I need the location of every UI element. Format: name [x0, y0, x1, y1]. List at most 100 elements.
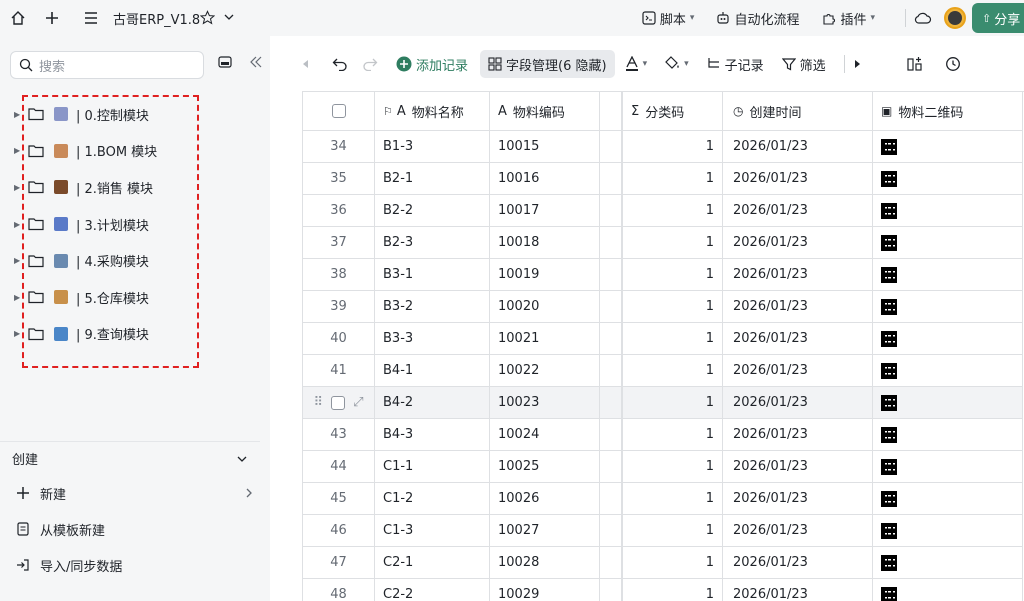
table-row[interactable]: 35 B2-1 10016 1 2026/01/23 [303, 163, 1023, 195]
qrcode-cell[interactable] [873, 419, 1023, 451]
automation-menu[interactable]: 自动化流程 [716, 9, 799, 28]
name-cell[interactable]: B2-1 [375, 163, 490, 195]
qrcode-cell[interactable] [873, 579, 1023, 601]
create-from-template-item[interactable]: 从模板新建 [0, 511, 270, 547]
text-color-button[interactable]: ▾ [625, 56, 647, 72]
code-cell[interactable]: 10025 [490, 451, 600, 483]
qrcode-cell[interactable] [873, 227, 1023, 259]
add-record-button[interactable]: 添加记录 [396, 55, 468, 74]
row-index-cell[interactable]: 41 [303, 355, 375, 387]
caret-right-icon[interactable]: ▶ [14, 183, 24, 192]
tree-item[interactable]: ▶ | 0.控制模块 [0, 96, 270, 133]
created-cell[interactable]: 2026/01/23 [723, 355, 873, 387]
qrcode-image[interactable] [881, 266, 897, 283]
qrcode-cell[interactable] [873, 323, 1023, 355]
row-index-cell[interactable]: 44 [303, 451, 375, 483]
row-index-cell[interactable]: 38 [303, 259, 375, 291]
column-header-name[interactable]: ⚐ A 物料名称 [375, 92, 490, 131]
qrcode-image[interactable] [881, 202, 897, 219]
row-index-cell[interactable]: ⠿ ⤢ [303, 387, 375, 419]
qrcode-image[interactable] [881, 458, 897, 475]
cloud-icon[interactable] [914, 11, 932, 25]
row-checkbox[interactable] [331, 395, 346, 410]
category-cell[interactable]: 1 [623, 483, 723, 515]
created-cell[interactable]: 2026/01/23 [723, 163, 873, 195]
collapse-panel-icon[interactable] [218, 55, 232, 69]
row-index-cell[interactable]: 48 [303, 579, 375, 601]
home-icon[interactable] [10, 10, 26, 26]
tree-item[interactable]: ▶ | 2.销售 模块 [0, 169, 270, 206]
qrcode-image[interactable] [881, 394, 897, 411]
script-menu[interactable]: 脚本 ▾ [642, 9, 694, 28]
name-cell[interactable]: C1-3 [375, 515, 490, 547]
column-header-created[interactable]: ◷ 创建时间 [723, 92, 873, 131]
qrcode-image[interactable] [881, 586, 897, 601]
qrcode-cell[interactable] [873, 163, 1023, 195]
created-cell[interactable]: 2026/01/23 [723, 291, 873, 323]
menu-icon[interactable] [84, 10, 98, 26]
qrcode-cell[interactable] [873, 387, 1023, 419]
tree-item[interactable]: ▶ | 1.BOM 模块 [0, 133, 270, 170]
table-row[interactable]: 39 B3-2 10020 1 2026/01/23 [303, 291, 1023, 323]
created-cell[interactable]: 2026/01/23 [723, 515, 873, 547]
undo-icon[interactable] [332, 57, 348, 71]
qrcode-image[interactable] [881, 522, 897, 539]
tree-item[interactable]: ▶ | 3.计划模块 [0, 206, 270, 243]
category-cell[interactable]: 1 [623, 387, 723, 419]
chevron-down-icon[interactable] [224, 12, 234, 22]
qrcode-image[interactable] [881, 426, 897, 443]
row-index-cell[interactable]: 47 [303, 547, 375, 579]
code-cell[interactable]: 10027 [490, 515, 600, 547]
code-cell[interactable]: 10028 [490, 547, 600, 579]
created-cell[interactable]: 2026/01/23 [723, 195, 873, 227]
table-row[interactable]: 40 B3-3 10021 1 2026/01/23 [303, 323, 1023, 355]
caret-right-icon[interactable]: ▶ [14, 110, 24, 119]
name-cell[interactable]: B1-3 [375, 131, 490, 163]
qrcode-cell[interactable] [873, 195, 1023, 227]
row-index-cell[interactable]: 40 [303, 323, 375, 355]
caret-right-icon[interactable]: ▶ [14, 293, 24, 302]
code-cell[interactable]: 10021 [490, 323, 600, 355]
name-cell[interactable]: C2-1 [375, 547, 490, 579]
qrcode-cell[interactable] [873, 483, 1023, 515]
created-cell[interactable]: 2026/01/23 [723, 387, 873, 419]
column-header-qrcode[interactable]: ▣ 物料二维码 [873, 92, 1023, 131]
created-cell[interactable]: 2026/01/23 [723, 131, 873, 163]
table-row[interactable]: ⠿ ⤢ B4-2 10023 1 2026/01/23 [303, 387, 1023, 419]
double-chevron-left-icon[interactable] [249, 55, 263, 69]
create-header[interactable]: 创建 [0, 441, 260, 475]
row-index-cell[interactable]: 36 [303, 195, 375, 227]
caret-right-icon[interactable]: ▶ [14, 146, 24, 155]
plugin-menu[interactable]: 插件 ▾ [821, 9, 875, 28]
caret-right-icon[interactable] [853, 59, 861, 69]
table-row[interactable]: 44 C1-1 10025 1 2026/01/23 [303, 451, 1023, 483]
created-cell[interactable]: 2026/01/23 [723, 259, 873, 291]
code-cell[interactable]: 10026 [490, 483, 600, 515]
qrcode-image[interactable] [881, 490, 897, 507]
column-header-category[interactable]: Σ 分类码 [623, 92, 723, 131]
name-cell[interactable]: B4-3 [375, 419, 490, 451]
code-cell[interactable]: 10015 [490, 131, 600, 163]
table-row[interactable]: 48 C2-2 10029 1 2026/01/23 [303, 579, 1023, 601]
created-cell[interactable]: 2026/01/23 [723, 323, 873, 355]
table-row[interactable]: 43 B4-3 10024 1 2026/01/23 [303, 419, 1023, 451]
table-row[interactable]: 36 B2-2 10017 1 2026/01/23 [303, 195, 1023, 227]
document-title[interactable]: 古哥ERP_V1.8 [113, 9, 200, 28]
created-cell[interactable]: 2026/01/23 [723, 227, 873, 259]
sub-record-button[interactable]: 子记录 [707, 55, 764, 74]
import-sync-item[interactable]: 导入/同步数据 [0, 547, 270, 583]
caret-left-icon[interactable] [302, 59, 310, 69]
tree-item[interactable]: ▶ | 4.采购模块 [0, 242, 270, 279]
category-cell[interactable]: 1 [623, 451, 723, 483]
category-cell[interactable]: 1 [623, 291, 723, 323]
category-cell[interactable]: 1 [623, 419, 723, 451]
row-index-cell[interactable]: 34 [303, 131, 375, 163]
tree-item[interactable]: ▶ | 9.查询模块 [0, 316, 270, 353]
code-cell[interactable]: 10016 [490, 163, 600, 195]
code-cell[interactable]: 10022 [490, 355, 600, 387]
code-cell[interactable]: 10020 [490, 291, 600, 323]
create-new-item[interactable]: 新建 [0, 475, 270, 511]
row-index-cell[interactable]: 35 [303, 163, 375, 195]
category-cell[interactable]: 1 [623, 547, 723, 579]
search-input[interactable]: 搜索 [10, 51, 204, 79]
